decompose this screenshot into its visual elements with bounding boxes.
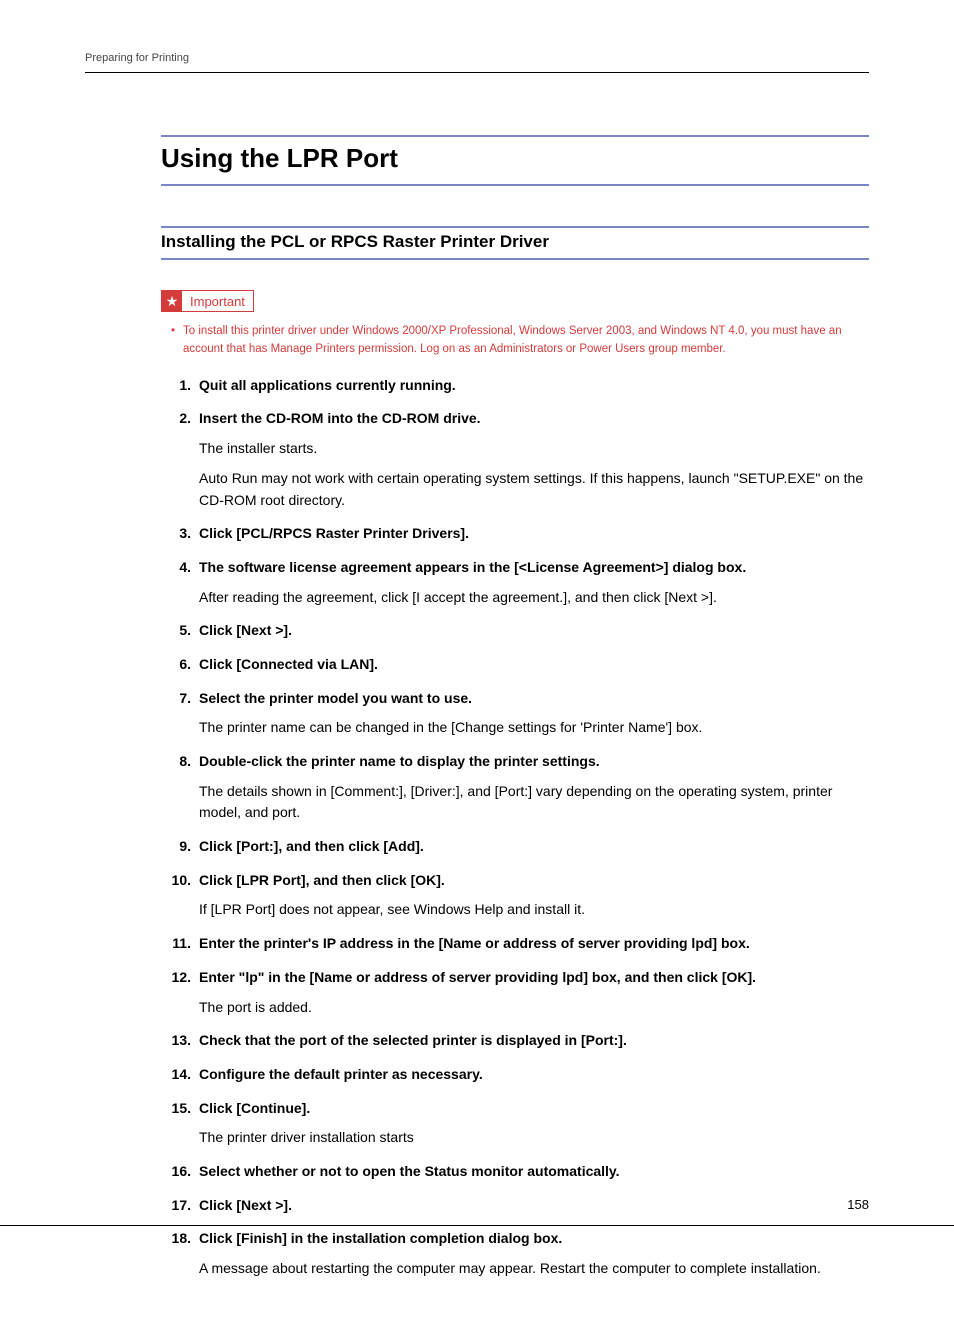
step-body: The details shown in [Comment:], [Driver… (199, 781, 869, 824)
step-item: Click [Continue]. The printer driver inst… (161, 1098, 869, 1149)
step-item: Double-click the printer name to display… (161, 751, 869, 824)
footer-rule (0, 1225, 954, 1226)
step-item: Click [LPR Port], and then click [OK]. If… (161, 870, 869, 921)
step-title: Double-click the printer name to display… (199, 751, 869, 773)
step-body: A message about restarting the computer … (199, 1258, 869, 1280)
step-body: The installer starts. (199, 438, 869, 460)
step-item: Enter "lp" in the [Name or address of se… (161, 967, 869, 1018)
step-item: Quit all applications currently running. (161, 375, 869, 397)
page-number: 158 (847, 1197, 869, 1212)
step-item: Click [PCL/RPCS Raster Printer Drivers]. (161, 523, 869, 545)
step-title: Click [Next >]. (199, 620, 869, 642)
step-item: Select whether or not to open the Status… (161, 1161, 869, 1183)
step-item: Enter the printer's IP address in the [N… (161, 933, 869, 955)
step-title: Click [Continue]. (199, 1098, 869, 1120)
step-title: Click [PCL/RPCS Raster Printer Drivers]. (199, 523, 869, 545)
important-note: To install this printer driver under Win… (183, 322, 869, 359)
step-item: Configure the default printer as necessa… (161, 1064, 869, 1086)
step-body: Auto Run may not work with certain opera… (199, 468, 869, 511)
step-item: The software license agreement appears i… (161, 557, 869, 608)
step-body: The printer driver installation starts (199, 1127, 869, 1149)
running-head: Preparing for Printing (85, 52, 869, 73)
important-badge: ★ Important (161, 290, 254, 312)
star-icon: ★ (162, 291, 182, 311)
step-title: The software license agreement appears i… (199, 557, 869, 579)
important-label: Important (182, 294, 253, 309)
page-title-block: Using the LPR Port (161, 135, 869, 186)
step-title: Configure the default printer as necessa… (199, 1064, 869, 1086)
step-body: After reading the agreement, click [I ac… (199, 587, 869, 609)
step-item: Click [Next >]. (161, 1195, 869, 1217)
step-title: Click [Next >]. (199, 1195, 869, 1217)
step-title: Insert the CD-ROM into the CD-ROM drive. (199, 408, 869, 430)
step-body: The port is added. (199, 997, 869, 1019)
step-title: Check that the port of the selected prin… (199, 1030, 869, 1052)
step-item: Click [Port:], and then click [Add]. (161, 836, 869, 858)
step-title: Select the printer model you want to use… (199, 688, 869, 710)
steps-list: Quit all applications currently running.… (161, 375, 869, 1280)
step-item: Click [Finish] in the installation compl… (161, 1228, 869, 1279)
step-title: Click [Port:], and then click [Add]. (199, 836, 869, 858)
step-item: Select the printer model you want to use… (161, 688, 869, 739)
section-heading-block: Installing the PCL or RPCS Raster Printe… (161, 226, 869, 260)
section-heading: Installing the PCL or RPCS Raster Printe… (161, 232, 869, 252)
step-title: Click [Finish] in the installation compl… (199, 1228, 869, 1250)
step-item: Check that the port of the selected prin… (161, 1030, 869, 1052)
step-item: Click [Next >]. (161, 620, 869, 642)
step-body: The printer name can be changed in the [… (199, 717, 869, 739)
step-title: Enter "lp" in the [Name or address of se… (199, 967, 869, 989)
step-title: Quit all applications currently running. (199, 375, 869, 397)
step-title: Enter the printer's IP address in the [N… (199, 933, 869, 955)
step-title: Select whether or not to open the Status… (199, 1161, 869, 1183)
page-title: Using the LPR Port (161, 143, 869, 174)
step-title: Click [LPR Port], and then click [OK]. (199, 870, 869, 892)
step-body: If [LPR Port] does not appear, see Windo… (199, 899, 869, 921)
step-item: Click [Connected via LAN]. (161, 654, 869, 676)
step-item: Insert the CD-ROM into the CD-ROM drive.… (161, 408, 869, 511)
step-title: Click [Connected via LAN]. (199, 654, 869, 676)
